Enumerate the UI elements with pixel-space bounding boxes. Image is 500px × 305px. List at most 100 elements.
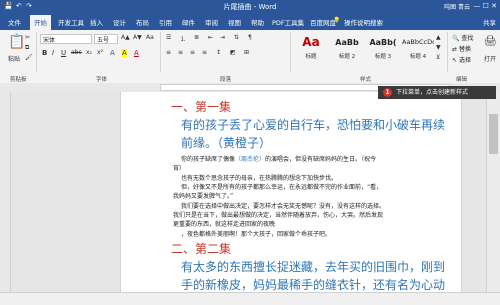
paste-button[interactable]: 粘贴 [8,54,20,63]
tab-file[interactable]: 文件 [8,17,21,27]
tab-view[interactable]: 视图 [228,17,241,27]
bullets-icon[interactable]: ☰ [166,34,171,41]
align-center-icon[interactable]: ≡ [178,49,183,56]
multilevel-list-icon[interactable]: ≣ [194,34,199,41]
paragraph-line: 宵） [173,165,186,172]
styles-scroll-up-icon[interactable]: ▲ [436,34,441,41]
print-label[interactable]: 打开 [484,54,496,63]
style-sample: AaBbCcDc [402,38,434,46]
heading-2: 二、第二集 [171,242,232,256]
share-button[interactable]: 共享 [483,17,496,27]
tab-references[interactable]: 引用 [159,17,172,27]
font-color-button[interactable]: A [134,49,139,57]
scroll-thumb[interactable] [489,114,498,154]
paragraph-line: 手的新橡皮，妈妈最稀手的缝衣针，还有名为心动 [181,278,446,292]
text-run: 的演唱会，但没有缺席妈妈的生日。（祝今 [265,156,377,163]
text-effects-button[interactable]: A [110,49,115,57]
tab-design[interactable]: 设计 [113,17,126,27]
font-name-select[interactable]: 宋体 [40,34,92,44]
user-name[interactable]: 吨图 青云 [444,2,470,11]
find-button[interactable]: 🔍 查找 [452,33,473,42]
case-icon[interactable]: Aa [146,34,154,41]
window-controls[interactable]: — ☐ ✕ [473,2,497,10]
font-size-select[interactable]: 五号 [94,34,118,44]
sort-icon[interactable]: ⇅ [234,34,239,41]
step-number-icon: 1 [383,88,392,97]
style-label: 标题 2 [338,54,356,60]
divider [160,32,161,72]
copy-icon[interactable]: ⧉ [25,44,29,52]
style-heading-2[interactable]: AaBb 标题 2 [330,33,364,63]
grow-font-icon[interactable]: A▲ [121,34,130,41]
decrease-indent-icon[interactable]: ⇤ [208,34,213,41]
styles-more-icon[interactable]: ⊻ [436,54,440,61]
underline-button[interactable]: U [61,49,66,57]
justify-icon[interactable]: ≡ [202,49,207,56]
strikethrough-button[interactable]: abc [71,49,82,56]
tab-review[interactable]: 审阅 [205,17,218,27]
style-heading-3[interactable]: AaBb( 标题 3 [366,33,400,63]
paragraph-line: ，夜色都格外美丽啊！那个大孩子，回家做个乖孩子吧。 [181,231,332,238]
tab-mailings[interactable]: 邮件 [182,17,195,27]
align-right-icon[interactable]: ≡ [190,49,195,56]
style-label: 标题 4 [409,54,427,60]
numbering-icon[interactable]: ⒈ [180,34,186,43]
bold-button[interactable]: B [42,49,47,57]
ribbon-tabs: 文件 开始 开发工具 插入 设计 布局 引用 邮件 审阅 视图 帮助 PDF工具… [0,14,500,30]
style-sample: Aa [302,35,320,49]
increase-indent-icon[interactable]: ⇥ [220,34,225,41]
borders-icon[interactable]: ⊞ [244,49,249,56]
italic-button[interactable]: I [52,49,54,57]
style-heading-4[interactable]: AaBbCcDc 标题 4 [402,33,434,63]
line-spacing-icon[interactable]: ↕ [216,49,221,56]
paragraph-line: 但，好像又不是所有的孩子都那么幸运，在永远都做不完的作业面前，“看， [181,184,383,191]
vertical-ruler[interactable] [0,92,11,292]
style-label: 标题 [305,54,317,60]
style-title[interactable]: Aa 标题 [294,33,328,63]
tab-developer[interactable]: 开发工具 [58,17,84,27]
divider [290,32,291,72]
select-button[interactable]: ↖ 选择 [452,55,471,64]
divider [36,32,37,72]
find-label: 查找 [461,35,474,42]
align-left-icon[interactable]: ≡ [166,49,171,56]
vertical-scrollbar[interactable] [486,92,500,292]
paragraph-line: 我们要在选择中做出决定，要怎样才会无奖无憾呢？没有，没有这样的选择。 [181,203,386,210]
tab-insert[interactable]: 插入 [90,17,103,27]
select-label: 选择 [458,57,471,64]
format-painter-icon[interactable]: 🖌 [25,54,33,61]
editing-group-label: 编辑 [456,77,468,83]
printer-icon[interactable]: 🖨 [484,36,497,47]
show-marks-icon[interactable]: ¶ [248,34,252,41]
tab-home[interactable]: 开始 [30,15,51,30]
styles-group-label: 样式 [360,77,372,83]
clipboard-group-label: 剪贴板 [10,77,27,83]
style-sample: AaBb [335,38,359,47]
styles-scroll-down-icon[interactable]: ▼ [436,44,441,51]
shrink-font-icon[interactable]: A▼ [133,34,142,41]
tab-layout[interactable]: 布局 [136,17,149,27]
paragraph-line: 我们只是在当下，做出最想做的决定，当然伴随着放弃，伤心，大哭。然后发现 [173,212,384,219]
paragraph-line: 更重要的东西，就这样走进回家的夜晚 [173,221,276,228]
tab-help[interactable]: 帮助 [251,17,264,27]
replace-button[interactable]: ⇄ 替换 [452,44,471,53]
highlight-button[interactable]: A [122,49,127,57]
paragraph-line: 有太多的东西擅长捉迷藏，去年买的旧围巾，刚到 [181,260,446,274]
subscript-button[interactable]: x₂ [86,49,92,56]
paste-icon[interactable]: 📋 [8,34,25,50]
ribbon-home: 📋 粘贴 ✂ ⧉ 🖌 宋体 五号 A▲ A▼ Aa B I U abc x₂ x… [0,30,500,75]
document-page[interactable]: 一、第一集 有的孩子丢了心爱的自行车，恐怕要和小破车再续 前缘。（黄橙子） 你的… [120,92,462,292]
text-run: 你的孩子缺席了偶像 [181,156,236,163]
window-title: 片尾插曲 - Word [223,3,277,11]
shading-icon[interactable]: ◩ [230,49,236,56]
superscript-button[interactable]: x² [97,49,103,56]
paragraph-line: 有的孩子丢了心爱的自行车，恐怕要和小破车再续 [181,118,446,132]
paragraph-line: 我妈妈又要发脾气了。” [173,193,234,200]
cut-icon[interactable]: ✂ [25,34,30,41]
paragraph-line: 你的孩子缺席了偶像（周杰伦）的演唱会，但没有缺席妈妈的生日。（祝今 [181,154,376,163]
tab-pdf-tools[interactable]: PDF工具集 [272,17,304,27]
paragraph-group-label: 段落 [220,77,232,83]
heading-1: 一、第一集 [171,100,232,114]
divider [447,32,448,72]
tell-me-search[interactable]: 操作说明搜索 [344,17,383,27]
